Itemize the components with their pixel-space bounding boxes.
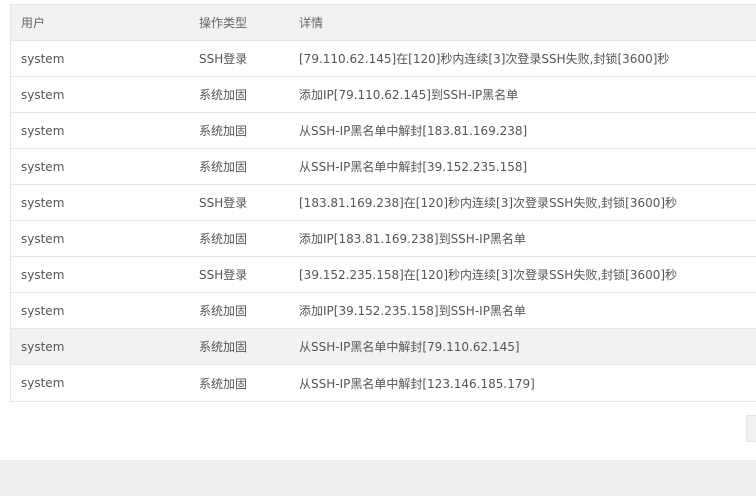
cell-operation-type: SSH登录: [199, 52, 248, 66]
cell-detail: 从SSH-IP黑名单中解封[39.152.235.158]: [299, 160, 528, 174]
table-row[interactable]: system 系统加固 从SSH-IP黑名单中解封[39.152.235.158…: [11, 149, 756, 185]
cell-detail: [79.110.62.145]在[120]秒内连续[3]次登录SSH失败,封锁[…: [299, 52, 670, 66]
cell-user: system: [21, 87, 65, 102]
column-header-operation-type: 操作类型: [199, 16, 248, 30]
cell-operation-type: 系统加固: [199, 160, 248, 174]
table-row[interactable]: system 系统加固 添加IP[79.110.62.145]到SSH-IP黑名…: [11, 77, 756, 113]
cell-operation-type: 系统加固: [199, 232, 248, 246]
cell-user: system: [21, 123, 65, 138]
column-header-detail: 详情: [299, 16, 324, 30]
log-table: 用户 操作类型 详情 system SSH登录 [79.110.62.145]在…: [10, 4, 756, 402]
cell-detail: 添加IP[183.81.169.238]到SSH-IP黑名单: [299, 232, 526, 246]
cell-user: system: [21, 267, 65, 282]
cell-user: system: [21, 339, 65, 354]
cell-operation-type: 系统加固: [199, 88, 248, 102]
cell-user: system: [21, 51, 65, 66]
cell-operation-type: SSH登录: [199, 268, 248, 282]
cell-user: system: [21, 376, 65, 390]
page-footer: [0, 460, 756, 496]
cell-user: system: [21, 303, 65, 318]
table-row[interactable]: system 系统加固 从SSH-IP黑名单中解封[123.146.185.17…: [11, 365, 756, 401]
cell-operation-type: 系统加固: [199, 304, 248, 318]
cell-operation-type: SSH登录: [199, 196, 248, 210]
cell-detail: 从SSH-IP黑名单中解封[123.146.185.179]: [299, 376, 535, 391]
cell-detail: 添加IP[39.152.235.158]到SSH-IP黑名单: [299, 304, 526, 318]
cell-detail: [183.81.169.238]在[120]秒内连续[3]次登录SSH失败,封锁…: [299, 196, 678, 210]
cell-operation-type: 系统加固: [199, 376, 248, 391]
cell-operation-type: 系统加固: [199, 124, 248, 138]
cell-user: system: [21, 231, 65, 246]
cell-detail: [39.152.235.158]在[120]秒内连续[3]次登录SSH失败,封锁…: [299, 268, 678, 282]
table-row[interactable]: system 系统加固 从SSH-IP黑名单中解封[183.81.169.238…: [11, 113, 756, 149]
cell-detail: 从SSH-IP黑名单中解封[183.81.169.238]: [299, 124, 528, 138]
table-row-hovered[interactable]: system 系统加固 从SSH-IP黑名单中解封[79.110.62.145]: [11, 329, 756, 365]
cell-detail: 添加IP[79.110.62.145]到SSH-IP黑名单: [299, 88, 519, 102]
cell-detail: 从SSH-IP黑名单中解封[79.110.62.145]: [299, 340, 520, 354]
cell-operation-type: 系统加固: [199, 340, 248, 354]
table-row[interactable]: system SSH登录 [39.152.235.158]在[120]秒内连续[…: [11, 257, 756, 293]
pagination-button[interactable]: [746, 415, 756, 442]
table-row[interactable]: system SSH登录 [79.110.62.145]在[120]秒内连续[3…: [11, 41, 756, 77]
table-row[interactable]: system 系统加固 添加IP[39.152.235.158]到SSH-IP黑…: [11, 293, 756, 329]
cell-user: system: [21, 159, 65, 174]
table-row[interactable]: system SSH登录 [183.81.169.238]在[120]秒内连续[…: [11, 185, 756, 221]
column-header-user: 用户: [21, 16, 46, 30]
cell-user: system: [21, 195, 65, 210]
table-header: 用户 操作类型 详情: [11, 5, 756, 41]
table-row[interactable]: system 系统加固 添加IP[183.81.169.238]到SSH-IP黑…: [11, 221, 756, 257]
